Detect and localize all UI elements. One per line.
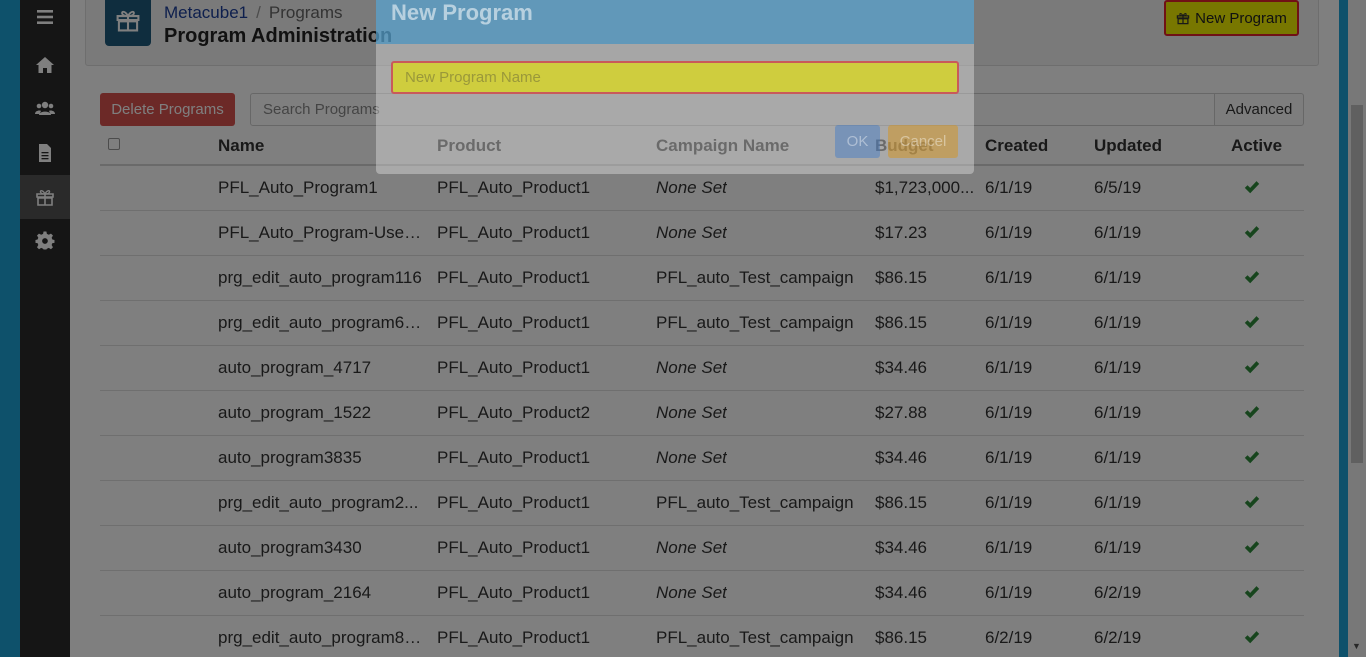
- ok-button[interactable]: OK: [835, 125, 880, 158]
- cancel-button[interactable]: Cancel: [888, 125, 958, 158]
- dialog-title: New Program: [391, 0, 533, 25]
- dialog-header: New Program: [376, 0, 974, 44]
- new-program-dialog: New Program OK Cancel: [376, 0, 974, 174]
- new-program-name-input[interactable]: [391, 61, 959, 94]
